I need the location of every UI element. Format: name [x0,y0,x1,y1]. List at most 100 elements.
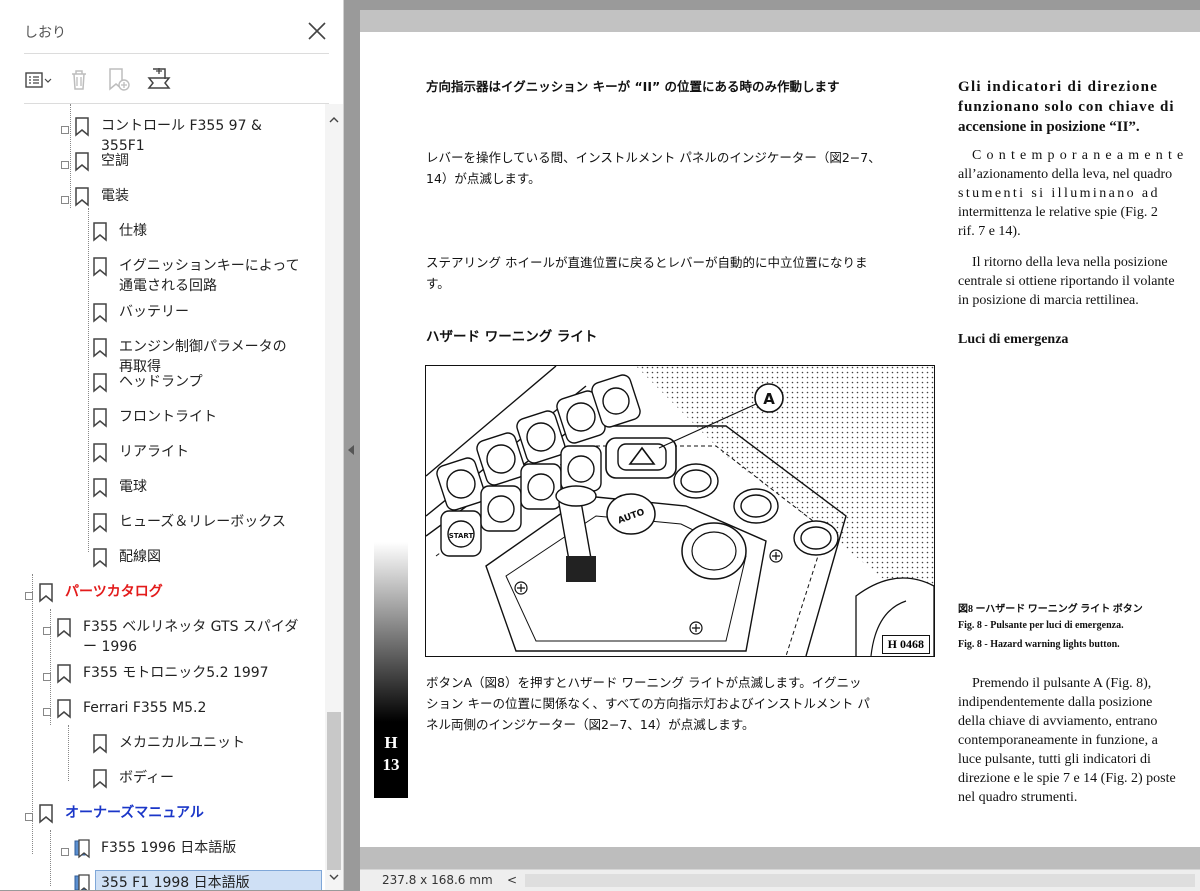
it-heading: Luci di emergenza [958,332,1069,347]
it-paragraph-4-line-6: direzione e le spie 7 e 14 (Fig. 2) post… [958,771,1176,786]
tree-connector [50,609,51,725]
bookmark-icon [93,548,107,568]
bookmark-label: ヘッドランプ [119,374,203,390]
jp-paragraph-4-line-2: ション キーの位置に関係なく、すべての方向指示灯およびインストルメント パ [426,696,870,711]
bookmark-item[interactable]: 355 F1 1998 日本語版 [0,865,322,890]
bookmark-item[interactable]: ヒューズ＆リレーボックス [0,504,322,539]
bookmark-item[interactable]: リアライト [0,434,322,469]
bookmark-icon [57,664,71,684]
bookmark-label: F355 1996 日本語版 [101,840,237,856]
it-paragraph-2-line-4: intermittenza le relative spie (Fig. 2 [958,205,1158,220]
bookmark-item[interactable]: 電装 [0,178,322,213]
expand-toggle[interactable] [61,161,69,169]
bookmark-item[interactable]: 仕様 [0,213,322,248]
bookmark-label: Ferrari F355 M5.2 [83,700,207,716]
bookmark-icon [93,408,107,428]
bookmark-item[interactable]: Ferrari F355 M5.2 [0,690,322,725]
scrollbar-thumb[interactable] [327,712,341,870]
it-paragraph-3-line-1: Il ritorno della leva nella posizione [972,255,1168,270]
horizontal-scrollbar[interactable] [525,874,1195,887]
bookmark-icon [93,443,107,463]
bookmark-item[interactable]: 空調 [0,143,322,178]
bookmark-icon [93,222,107,242]
jp-paragraph-2-line-2: 14）が点滅します。 [426,171,541,186]
bookmark-item[interactable]: コントロール F355 97 & 355F1 [0,108,322,154]
tree-connector [70,104,71,208]
it-paragraph-2-line-3: stumenti si illuminano ad [958,186,1160,201]
bookmark-label: 電装 [101,188,129,204]
jp-paragraph-3-line-1: ステアリング ホイールが直進位置に戻るとレバーが自動的に中立位置になりま [426,255,868,270]
scroll-down-icon[interactable] [327,870,341,884]
bookmark-label: パーツカタログ [65,584,163,600]
find-bookmark-icon[interactable] [144,65,174,95]
bookmark-item[interactable]: バッテリー [0,294,322,329]
tree-connector [50,830,51,886]
bookmark-icon [93,478,107,498]
section-tab: H 13 [374,722,408,798]
it-paragraph-4-line-7: nel quadro strumenti. [958,790,1078,805]
tree-connector [68,725,69,781]
it-paragraph-1-line-1: Gli indicatori di direzione [958,79,1159,95]
expand-toggle[interactable] [61,848,69,856]
it-paragraph-2-line-5: rif. 7 e 14). [958,224,1021,239]
bookmark-item[interactable]: F355 ベルリネッタ GTS スパイダー 1996 [0,609,322,655]
it-paragraph-4-line-4: contemporaneamente in funzione, a [958,733,1158,748]
bookmark-item[interactable]: オーナーズマニュアル [0,795,322,830]
bookmark-item[interactable]: ヘッドランプ [0,364,322,399]
jp-paragraph-2-line-1: レバーを操作している間、インストルメント パネルのインジケーター（図2−7、 [426,150,881,165]
tree-connector [32,574,33,854]
bookmark-item[interactable]: パーツカタログ [0,574,322,609]
scroll-up-icon[interactable] [327,112,341,126]
bookmark-icon [75,152,89,172]
bookmark-item[interactable]: フロントライト [0,399,322,434]
caption-en: Fig. 8 - Hazard warning lights button. [958,639,1120,650]
new-bookmark-icon[interactable] [104,65,134,95]
bookmark-icon [93,769,107,789]
expand-toggle[interactable] [61,126,69,134]
it-paragraph-4-line-1: Premendo il pulsante A (Fig. 8), [972,676,1152,691]
bookmark-item[interactable]: 配線図 [0,539,322,574]
it-paragraph-4-line-2: indipendentemente dalla posizione [958,695,1153,710]
jp-heading: ハザード ワーニング ライト [426,329,598,345]
bookmark-item[interactable]: メカニカルユニット [0,725,322,760]
it-paragraph-2-line-1: Contemporaneamente [972,148,1189,163]
delete-icon[interactable] [64,65,94,95]
it-paragraph-3-line-2: centrale si ottiene riportando il volant… [958,274,1175,289]
document-page: 方向指示器はイグニッション キーが “II” の位置にある時のみ作動します レバ… [360,32,1200,847]
bookmark-label: 355 F1 1998 日本語版 [101,875,250,890]
bookmark-item[interactable]: ボディー [0,760,322,795]
bookmark-item[interactable]: F355 1996 日本語版 [0,830,322,865]
bookmark-icon [93,257,107,277]
scroll-left-button[interactable]: < [507,873,517,887]
it-paragraph-1-line-3: accensione in posizione “II”. [958,119,1140,135]
figure-callout-label: A [763,390,775,408]
bookmark-label: 空調 [101,153,129,169]
page-gap [360,847,1200,869]
panel-title: しおり [24,25,66,41]
bookmark-icon [57,618,71,638]
expand-toggle[interactable] [61,196,69,204]
bookmark-item[interactable]: イグニッションキーによって通電される回路 [0,248,322,294]
bookmark-toolbar [24,63,174,97]
bookmark-label: イグニッションキーによって通電される回路 [119,258,300,294]
close-icon[interactable] [304,18,330,44]
bookmark-icon [93,373,107,393]
tree-connector [88,208,89,552]
it-paragraph-4-line-3: della chiave di avviamento, entrano [958,714,1158,729]
caption-jp: 図8 ーハザード ワーニング ライト ボタン [958,604,1143,615]
bookmark-item[interactable]: エンジン制御パラメータの再取得 [0,329,322,375]
jp-paragraph-4-line-3: ネル両側のインジケーター（図2−7、14）が点滅します。 [426,717,755,732]
jp-paragraph-1: 方向指示器はイグニッション キーが “II” の位置にある時のみ作動します [426,79,840,94]
bookmark-label: F355 モトロニック5.2 1997 [83,665,269,681]
page-size-readout: 237.8 x 168.6 mm [382,873,493,887]
options-menu-icon[interactable] [24,65,54,95]
bookmark-label: オーナーズマニュアル [65,805,204,821]
page-gap [360,10,1200,32]
bookmark-icon [39,583,53,603]
section-number: 13 [382,755,400,774]
bookmark-item[interactable]: F355 モトロニック5.2 1997 [0,655,322,690]
section-tab-gradient [374,542,408,722]
collapse-panel-icon[interactable] [346,440,356,460]
bookmark-item[interactable]: 電球 [0,469,322,504]
it-paragraph-2-line-2: all’azionamento della leva, nel quadro [958,167,1173,182]
